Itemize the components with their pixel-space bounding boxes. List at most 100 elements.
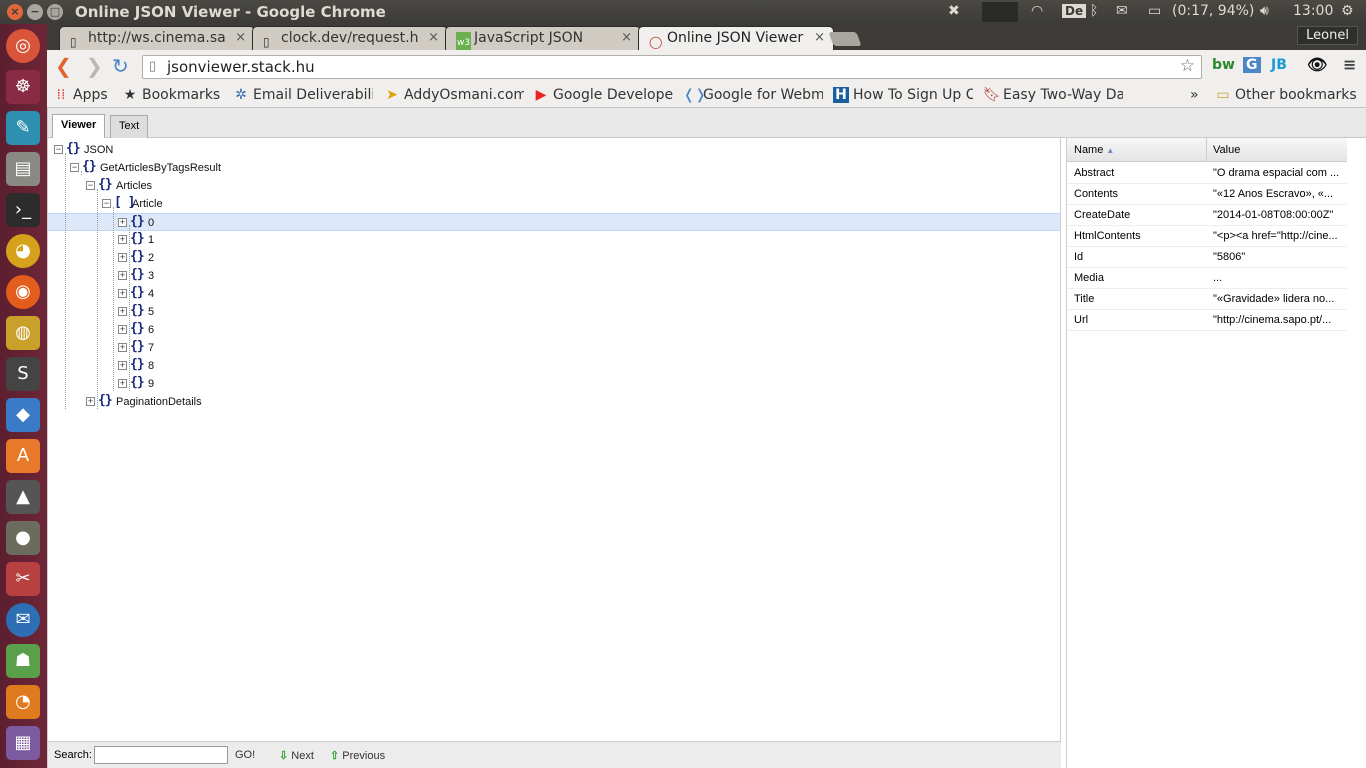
bluetooth-icon[interactable]: ᛒ — [1090, 3, 1098, 19]
tree-node[interactable]: +{} 3 — [48, 267, 1060, 285]
collapse-toggle-icon[interactable]: − — [102, 199, 111, 208]
window-close-button[interactable]: × — [7, 4, 23, 20]
tree-node[interactable]: +{} 9 — [48, 375, 1060, 393]
tree-node[interactable]: −{} JSON — [48, 141, 1060, 159]
wifi-icon[interactable]: ◠ — [1031, 3, 1043, 19]
tree-node[interactable]: +{} 0 — [48, 213, 1060, 231]
tree-node[interactable]: +{} 2 — [48, 249, 1060, 267]
firefox-icon[interactable]: ◉ — [6, 275, 40, 309]
collapse-toggle-icon[interactable]: − — [54, 145, 63, 154]
clock[interactable]: 13:00 — [1293, 3, 1333, 19]
property-row[interactable]: HtmlContents "<p><a href="http://cine... — [1067, 226, 1347, 247]
bookmark-item[interactable]: ➤ AddyOsmani.com — [384, 87, 524, 103]
forward-button[interactable]: ❯ — [86, 55, 103, 77]
new-tab-button[interactable] — [828, 32, 862, 46]
system-monitor-icon[interactable] — [982, 2, 1018, 22]
expand-toggle-icon[interactable]: + — [118, 235, 127, 244]
tree-node[interactable]: −{} GetArticlesByTagsResult — [48, 159, 1060, 177]
tab-text[interactable]: Text — [110, 115, 149, 138]
software-center-icon[interactable]: A — [6, 439, 40, 473]
column-divider[interactable] — [1206, 138, 1207, 162]
collapse-toggle-icon[interactable]: − — [86, 181, 95, 190]
chrome-icon[interactable]: ◍ — [6, 316, 40, 350]
eye-extension-icon[interactable]: 👁︎ — [1307, 55, 1327, 74]
browser-tab[interactable]: ▯ http://ws.cinema.sa × — [59, 26, 255, 50]
tree-node[interactable]: +{} 6 — [48, 321, 1060, 339]
omnibox[interactable]: ▯ jsonviewer.stack.hu ☆ — [142, 55, 1202, 79]
files-icon[interactable]: ▤ — [6, 152, 40, 186]
browser-tab[interactable]: w3 JavaScript JSON × — [445, 26, 641, 50]
bookmark-item[interactable]: 🔖︎ Easy Two-Way Da — [983, 87, 1123, 103]
tab-close-icon[interactable]: × — [428, 27, 439, 49]
tree-node[interactable]: +{} 5 — [48, 303, 1060, 321]
expand-toggle-icon[interactable]: + — [118, 343, 127, 352]
go-button[interactable]: GO! — [235, 749, 255, 761]
property-row[interactable]: Id "5806" — [1067, 247, 1347, 268]
other-bookmarks-folder[interactable]: ▭ Other bookmarks — [1215, 87, 1356, 103]
bookmarks-overflow-button[interactable]: » — [1190, 87, 1199, 103]
tab-close-icon[interactable]: × — [621, 27, 632, 49]
bookmark-item[interactable]: ❬❭Google for Webm — [683, 87, 823, 103]
builtwith-extension-icon[interactable]: bw — [1212, 57, 1235, 73]
tree-node[interactable]: +{} PaginationDetails — [48, 393, 1060, 411]
next-button[interactable]: ⇩ Next — [279, 749, 314, 762]
property-row[interactable]: Title "«Gravidade» lidera no... — [1067, 289, 1347, 310]
profile-button[interactable]: Leonel — [1297, 26, 1358, 45]
tree-node[interactable]: +{} 8 — [48, 357, 1060, 375]
property-row[interactable]: Contents "«12 Anos Escravo», «... — [1067, 184, 1347, 205]
property-row[interactable]: Abstract "O drama espacial com ... — [1067, 163, 1347, 184]
column-value-header[interactable]: Value — [1213, 144, 1240, 156]
bookmark-star-icon[interactable]: ☆ — [1180, 56, 1195, 76]
reload-button[interactable]: ↻ — [112, 55, 129, 77]
tree-node[interactable]: +{} 7 — [48, 339, 1060, 357]
bookmark-item[interactable]: ▶ Google Develope — [533, 87, 673, 103]
tab-close-icon[interactable]: × — [235, 27, 246, 49]
keyboard-layout-indicator[interactable]: De — [1062, 4, 1087, 18]
sublime-text-icon[interactable]: S — [6, 357, 40, 391]
expand-toggle-icon[interactable]: + — [118, 307, 127, 316]
expand-toggle-icon[interactable]: + — [118, 271, 127, 280]
expand-toggle-icon[interactable]: + — [118, 325, 127, 334]
bookmark-apps[interactable]: ⁞⁞ Apps — [53, 87, 108, 103]
bookmark-item[interactable]: H How To Sign Up C — [833, 87, 973, 103]
property-row[interactable]: CreateDate "2014-01-08T08:00:00Z" — [1067, 205, 1347, 226]
dropbox-icon[interactable]: ✖ — [948, 3, 960, 19]
blender-icon[interactable]: ◔ — [6, 685, 40, 719]
volume-icon[interactable]: 🔊︎ — [1260, 3, 1269, 19]
tab-viewer[interactable]: Viewer — [52, 114, 106, 138]
dash-home-icon[interactable]: ◎ — [6, 29, 40, 63]
thunderbird-icon[interactable]: ✉ — [6, 603, 40, 637]
app-launcher-icon[interactable]: ✎ — [6, 111, 40, 145]
inkscape-icon[interactable]: ▲ — [6, 480, 40, 514]
tree-node[interactable]: −[ ] Article — [48, 195, 1060, 213]
window-minimize-button[interactable]: − — [27, 4, 43, 20]
tree-node[interactable]: −{} Articles — [48, 177, 1060, 195]
expand-toggle-icon[interactable]: + — [118, 289, 127, 298]
collapse-toggle-icon[interactable]: − — [70, 163, 79, 172]
expand-toggle-icon[interactable]: + — [86, 397, 95, 406]
tree-node[interactable]: +{} 4 — [48, 285, 1060, 303]
jetbrains-extension-icon[interactable]: JB — [1271, 57, 1287, 73]
expand-toggle-icon[interactable]: + — [118, 253, 127, 262]
mail-icon[interactable]: ✉ — [1116, 3, 1128, 19]
bookmark-bookmarks[interactable]: ★ Bookmarks — [122, 87, 221, 103]
virtualbox-icon[interactable]: ◆ — [6, 398, 40, 432]
android-icon[interactable]: ☗ — [6, 644, 40, 678]
omnibox-url[interactable]: jsonviewer.stack.hu — [167, 58, 315, 76]
browser-tab[interactable]: ▯ clock.dev/request.h × — [252, 26, 448, 50]
gimp-icon[interactable]: ● — [6, 521, 40, 555]
property-row[interactable]: Media... — [1067, 268, 1347, 289]
settings-gear-icon[interactable]: ⚙ — [1341, 3, 1354, 19]
workspace-switcher-icon[interactable]: ▦ — [6, 726, 40, 760]
search-input[interactable] — [94, 746, 228, 764]
battery-icon[interactable]: ▭ — [1148, 3, 1161, 19]
chromium-icon[interactable]: ◕ — [6, 234, 40, 268]
back-button[interactable]: ❮ — [55, 55, 72, 77]
expand-toggle-icon[interactable]: + — [118, 361, 127, 370]
app-launcher-icon[interactable]: ☸ — [6, 70, 40, 104]
previous-button[interactable]: ⇧ Previous — [330, 749, 385, 762]
property-row[interactable]: Url "http://cinema.sapo.pt/... — [1067, 310, 1347, 331]
terminal-icon[interactable]: ›_ — [6, 193, 40, 227]
tab-close-icon[interactable]: × — [814, 27, 825, 49]
tree-node[interactable]: +{} 1 — [48, 231, 1060, 249]
